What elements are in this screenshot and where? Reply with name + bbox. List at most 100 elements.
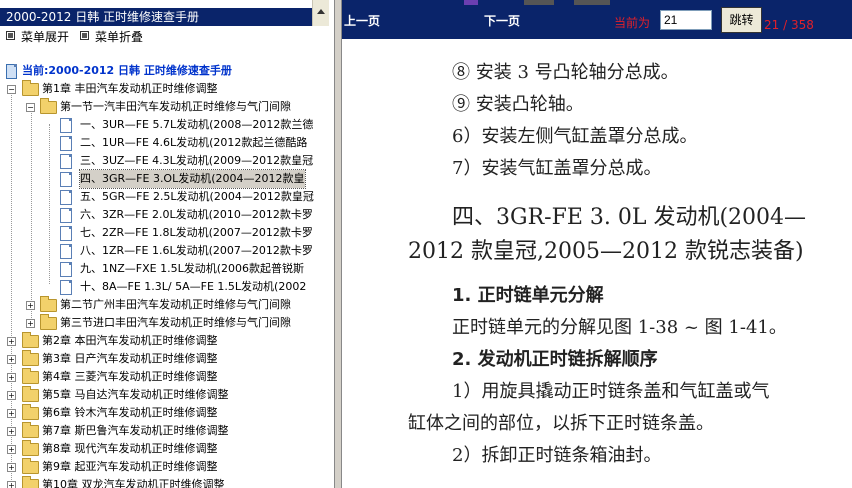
- tree-root[interactable]: 当前:2000-2012 日韩 正时维修速查手册: [6, 62, 232, 80]
- tree-item-label: 七、2ZR—FE 1.8L发动机(2007—2012款卡罗: [80, 226, 313, 239]
- tree-chapter-label: 第7章 斯巴鲁汽车发动机正时维修调整: [42, 424, 229, 437]
- expand-icon[interactable]: +: [7, 409, 16, 418]
- tree-chapter[interactable]: + 第6章 铃木汽车发动机正时维修调整: [0, 404, 218, 422]
- tree-item[interactable]: 六、3ZR—FE 2.0L发动机(2010—2012款卡罗: [0, 206, 313, 224]
- tree-chapter-label: 第5章 马自达汽车发动机正时维修调整: [42, 388, 229, 401]
- tree-item-label: 二、1UR—FE 4.6L发动机(2012款起兰德酷路: [80, 136, 308, 149]
- expand-icon[interactable]: +: [7, 337, 16, 346]
- expand-icon[interactable]: +: [7, 355, 16, 364]
- tree-chapter[interactable]: + 第2章 本田汽车发动机正时维修调整: [0, 332, 218, 350]
- book-icon: [6, 64, 17, 79]
- prev-page-link[interactable]: 上一页: [344, 12, 380, 29]
- tree-item-label: 十、8A—FE 1.3L/ 5A—FE 1.5L发动机(2002: [80, 280, 307, 293]
- content-line: ⑨ 安装凸轮轴。: [452, 94, 584, 115]
- expand-icon[interactable]: +: [7, 391, 16, 400]
- section-heading: 四、3GR-FE 3. 0L 发动机(2004—: [452, 205, 807, 230]
- expand-icon: [6, 31, 15, 40]
- tree-chapter[interactable]: + 第10章 双龙汽车发动机正时维修调整: [0, 476, 225, 488]
- tree-item[interactable]: 十、8A—FE 1.3L/ 5A—FE 1.5L发动机(2002: [0, 278, 306, 296]
- folder-icon: [22, 458, 39, 474]
- page-icon: [60, 154, 72, 169]
- folder-icon: [40, 296, 57, 312]
- expand-icon[interactable]: +: [26, 301, 35, 310]
- folder-icon: [22, 404, 39, 420]
- folder-icon: [40, 314, 57, 330]
- jump-button[interactable]: 跳转: [721, 7, 762, 33]
- left-navigation-pane: 2000-2012 日韩 正时维修速查手册 菜单展开 菜单折叠 当前:2000-…: [0, 0, 334, 488]
- chapter-tree: 当前:2000-2012 日韩 正时维修速查手册 − 第1章 丰田汽车发动机正时…: [0, 60, 334, 488]
- content-line: 7）安装气缸盖罩分总成。: [452, 158, 662, 179]
- tree-chapter-label: 第6章 铃木汽车发动机正时维修调整: [42, 406, 218, 419]
- pane-splitter[interactable]: [334, 0, 342, 488]
- tree-section-label: 第一节一汽丰田汽车发动机正时维修与气门间隙: [60, 100, 291, 113]
- tree-item-selected[interactable]: 四、3GR—FE 3.OL发动机(2004—2012款皇: [0, 169, 306, 189]
- collapse-icon: [80, 31, 89, 40]
- tree-item-label: 四、3GR—FE 3.OL发动机(2004—2012款皇: [79, 169, 306, 189]
- tree-chapter-label: 第3章 日产汽车发动机正时维修调整: [42, 352, 218, 365]
- section-heading-cont: 2012 款皇冠,2005—2012 款锐志装备): [408, 239, 804, 264]
- menu-expand-button[interactable]: 菜单展开: [6, 30, 69, 44]
- collapse-icon[interactable]: −: [7, 85, 16, 94]
- tree-section[interactable]: + 第二节广州丰田汽车发动机正时维修与气门间隙: [0, 296, 291, 314]
- subheading: 2. 发动机正时链拆解顺序: [452, 349, 658, 370]
- content-line: ⑧ 安装 3 号凸轮轴分总成。: [452, 62, 679, 83]
- tree-item-label: 九、1NZ—FXE 1.5L发动机(2006款起普锐斯: [80, 262, 304, 275]
- open-folder-icon: [22, 80, 39, 96]
- tree-chapter[interactable]: + 第4章 三菱汽车发动机正时维修调整: [0, 368, 218, 386]
- tree-item[interactable]: 一、3UR—FE 5.7L发动机(2008—2012款兰德: [0, 116, 313, 134]
- tree-item[interactable]: 三、3UZ—FE 4.3L发动机(2009—2012款皇冠: [0, 152, 313, 170]
- tree-item-label: 五、5GR—FE 2.5L发动机(2004—2012款皇冠: [80, 190, 314, 203]
- tree-item-label: 八、1ZR—FE 1.6L发动机(2007—2012款卡罗: [80, 244, 313, 257]
- tree-item[interactable]: 二、1UR—FE 4.6L发动机(2012款起兰德酷路: [0, 134, 307, 152]
- expand-icon[interactable]: +: [7, 463, 16, 472]
- tree-section-label: 第二节广州丰田汽车发动机正时维修与气门间隙: [60, 298, 291, 311]
- menu-collapse-button[interactable]: 菜单折叠: [80, 30, 143, 44]
- next-page-link[interactable]: 下一页: [484, 12, 520, 29]
- pane-title: 2000-2012 日韩 正时维修速查手册: [0, 8, 312, 26]
- folder-icon: [22, 368, 39, 384]
- tree-section[interactable]: − 第一节一汽丰田汽车发动机正时维修与气门间隙: [0, 98, 291, 116]
- content-line: 2）拆卸正时链条箱油封。: [452, 445, 662, 466]
- expand-icon[interactable]: +: [7, 445, 16, 454]
- page-content: ⑧ 安装 3 号凸轮轴分总成。 ⑨ 安装凸轮轴。 6）安装左侧气缸盖罩分总成。 …: [342, 39, 852, 488]
- folder-icon: [22, 422, 39, 438]
- expand-icon[interactable]: +: [26, 319, 35, 328]
- tree-root-label: 当前:2000-2012 日韩 正时维修速查手册: [22, 64, 232, 77]
- tree-section-label: 第三节进口丰田汽车发动机正时维修与气门间隙: [60, 316, 291, 329]
- collapse-icon[interactable]: −: [26, 103, 35, 112]
- tree-section[interactable]: + 第三节进口丰田汽车发动机正时维修与气门间隙: [0, 314, 291, 332]
- tree-item[interactable]: 八、1ZR—FE 1.6L发动机(2007—2012款卡罗: [0, 242, 313, 260]
- folder-icon: [22, 476, 39, 488]
- tree-item[interactable]: 七、2ZR—FE 1.8L发动机(2007—2012款卡罗: [0, 224, 313, 242]
- content-line: 6）安装左侧气缸盖罩分总成。: [452, 126, 698, 147]
- expand-icon[interactable]: +: [7, 373, 16, 382]
- open-folder-icon: [40, 98, 57, 114]
- tree-chapter-label: 第8章 现代汽车发动机正时维修调整: [42, 442, 218, 455]
- tree-chapter-label: 第4章 三菱汽车发动机正时维修调整: [42, 370, 218, 383]
- tree-chapter[interactable]: + 第8章 现代汽车发动机正时维修调整: [0, 440, 218, 458]
- content-line: 1）用旋具撬动正时链条盖和气缸盖或气: [452, 381, 770, 402]
- expand-icon[interactable]: +: [7, 481, 16, 488]
- tree-chapter[interactable]: − 第1章 丰田汽车发动机正时维修调整: [0, 80, 218, 98]
- page-icon: [60, 226, 72, 241]
- toolbar-fragment: [524, 0, 554, 5]
- page-icon: [60, 136, 72, 151]
- content-line: 缸体之间的部位，以拆下正时链条盖。: [408, 413, 714, 434]
- tree-chapter-label: 第9章 起亚汽车发动机正时维修调整: [42, 460, 218, 473]
- tree-chapter[interactable]: + 第9章 起亚汽车发动机正时维修调整: [0, 458, 218, 476]
- page-icon: [60, 244, 72, 259]
- tree-item[interactable]: 九、1NZ—FXE 1.5L发动机(2006款起普锐斯: [0, 260, 304, 278]
- tree-item-label: 一、3UR—FE 5.7L发动机(2008—2012款兰德: [80, 118, 314, 131]
- scroll-up-button[interactable]: [312, 0, 329, 26]
- tree-item[interactable]: 五、5GR—FE 2.5L发动机(2004—2012款皇冠: [0, 188, 314, 206]
- page-icon: [60, 208, 72, 223]
- tree-chapter[interactable]: + 第5章 马自达汽车发动机正时维修调整: [0, 386, 229, 404]
- tree-chapter[interactable]: + 第7章 斯巴鲁汽车发动机正时维修调整: [0, 422, 229, 440]
- page-icon: [60, 190, 72, 205]
- folder-icon: [22, 386, 39, 402]
- page-icon: [60, 280, 72, 295]
- folder-icon: [22, 440, 39, 456]
- tree-chapter[interactable]: + 第3章 日产汽车发动机正时维修调整: [0, 350, 218, 368]
- page-number-input[interactable]: [660, 10, 712, 30]
- expand-icon[interactable]: +: [7, 427, 16, 436]
